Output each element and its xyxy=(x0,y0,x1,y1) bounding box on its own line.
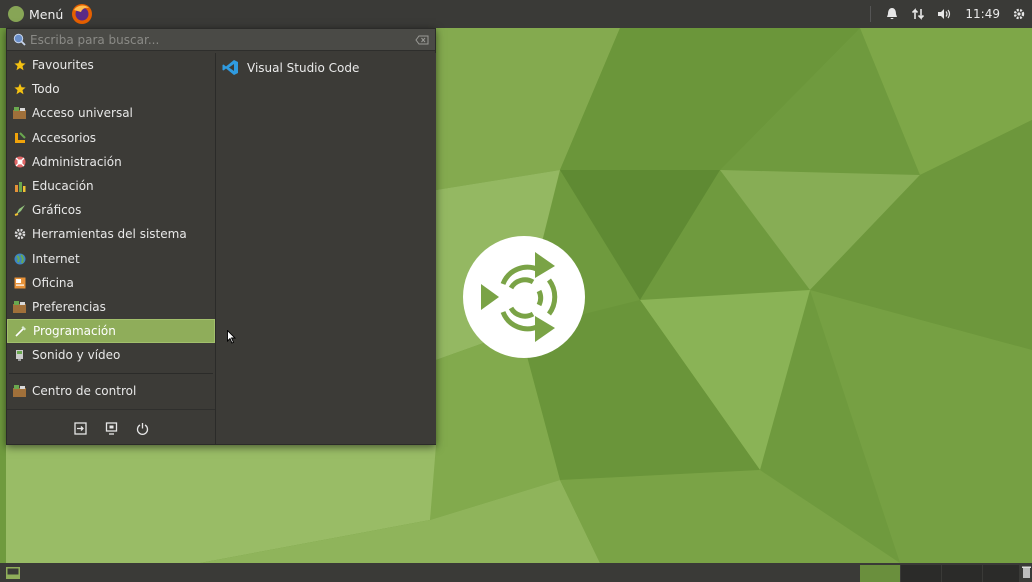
lock-screen-icon[interactable] xyxy=(105,421,118,435)
notification-bell-icon[interactable] xyxy=(885,7,899,21)
category-favourites[interactable]: Favourites xyxy=(7,53,215,77)
power-icon[interactable] xyxy=(136,422,149,435)
administration-icon xyxy=(13,155,26,168)
category-label: Acceso universal xyxy=(32,106,133,121)
category-herramientas-del-sistema[interactable]: Herramientas del sistema xyxy=(7,222,215,246)
clock[interactable]: 11:49 xyxy=(965,7,1000,21)
education-icon xyxy=(13,180,26,193)
multimedia-icon xyxy=(13,349,26,362)
workspace-3[interactable] xyxy=(942,565,982,582)
category-preferencias[interactable]: Preferencias xyxy=(7,295,215,319)
application-menu: Favourites Todo Acceso universal Accesor… xyxy=(6,28,436,445)
gear-icon xyxy=(13,228,26,241)
control-center-icon xyxy=(13,384,26,397)
category-label: Favourites xyxy=(32,58,94,73)
category-oficina[interactable]: Oficina xyxy=(7,271,215,295)
category-separator xyxy=(9,373,213,375)
mate-logo-icon xyxy=(8,6,24,22)
clear-search-icon[interactable] xyxy=(415,35,429,45)
category-label: Sonido y vídeo xyxy=(32,348,121,363)
category-label: Educación xyxy=(32,179,94,194)
app-label: Visual Studio Code xyxy=(247,60,360,75)
search-bar xyxy=(7,29,435,51)
graphics-icon xyxy=(13,204,26,217)
accessories-icon xyxy=(13,131,26,144)
category-list: Favourites Todo Acceso universal Accesor… xyxy=(7,53,215,403)
search-input[interactable] xyxy=(26,31,415,48)
category-sonido-y-video[interactable]: Sonido y vídeo xyxy=(7,343,215,367)
star-icon xyxy=(13,59,26,72)
applications-pane: Visual Studio Code xyxy=(215,53,436,444)
logout-icon[interactable] xyxy=(73,421,87,435)
category-label: Todo xyxy=(32,82,60,97)
category-label: Accesorios xyxy=(32,130,97,145)
menu-button[interactable]: Menú xyxy=(0,0,69,28)
top-panel: Menú 11:49 xyxy=(0,0,1032,28)
accessibility-icon xyxy=(13,107,26,120)
system-tray: 11:49 xyxy=(870,0,1026,28)
app-visual-studio-code[interactable]: Visual Studio Code xyxy=(216,53,436,76)
firefox-launcher-icon[interactable] xyxy=(71,3,93,25)
tray-separator xyxy=(870,6,872,22)
category-label: Preferencias xyxy=(32,299,106,314)
category-educacion[interactable]: Educación xyxy=(7,174,215,198)
category-acceso-universal[interactable]: Acceso universal xyxy=(7,101,215,125)
category-todo[interactable]: Todo xyxy=(7,77,215,101)
workspace-1[interactable] xyxy=(860,565,900,582)
category-administracion[interactable]: Administración xyxy=(7,150,215,174)
workspace-4[interactable] xyxy=(983,565,1019,582)
category-label: Administración xyxy=(32,154,122,169)
category-programacion[interactable]: Programación xyxy=(7,319,215,344)
category-label: Internet xyxy=(32,251,80,266)
office-icon xyxy=(13,276,26,289)
programming-icon xyxy=(14,325,27,338)
trash-icon[interactable] xyxy=(1022,566,1031,578)
category-accesorios[interactable]: Accesorios xyxy=(7,126,215,150)
category-label: Centro de control xyxy=(32,383,137,398)
category-graficos[interactable]: Gráficos xyxy=(7,198,215,222)
category-label: Oficina xyxy=(32,275,74,290)
mouse-pointer-icon xyxy=(227,330,237,344)
search-icon xyxy=(13,33,26,46)
category-label: Programación xyxy=(33,324,116,339)
ubuntu-mate-logo xyxy=(463,236,585,358)
session-actions xyxy=(7,409,215,446)
menu-label: Menú xyxy=(29,6,64,22)
star-icon xyxy=(13,83,26,96)
globe-icon xyxy=(13,252,26,265)
settings-gear-icon[interactable] xyxy=(1012,7,1026,21)
category-label: Gráficos xyxy=(32,203,82,218)
volume-icon[interactable] xyxy=(937,7,953,21)
category-label: Herramientas del sistema xyxy=(32,227,187,242)
category-internet[interactable]: Internet xyxy=(7,247,215,271)
workspace-2[interactable] xyxy=(901,565,941,582)
vscode-icon xyxy=(222,60,238,75)
category-centro-de-control[interactable]: Centro de control xyxy=(7,378,215,402)
preferences-icon xyxy=(13,300,26,313)
show-desktop-icon[interactable] xyxy=(6,567,20,579)
network-icon[interactable] xyxy=(911,7,925,21)
bottom-panel xyxy=(0,563,1032,582)
